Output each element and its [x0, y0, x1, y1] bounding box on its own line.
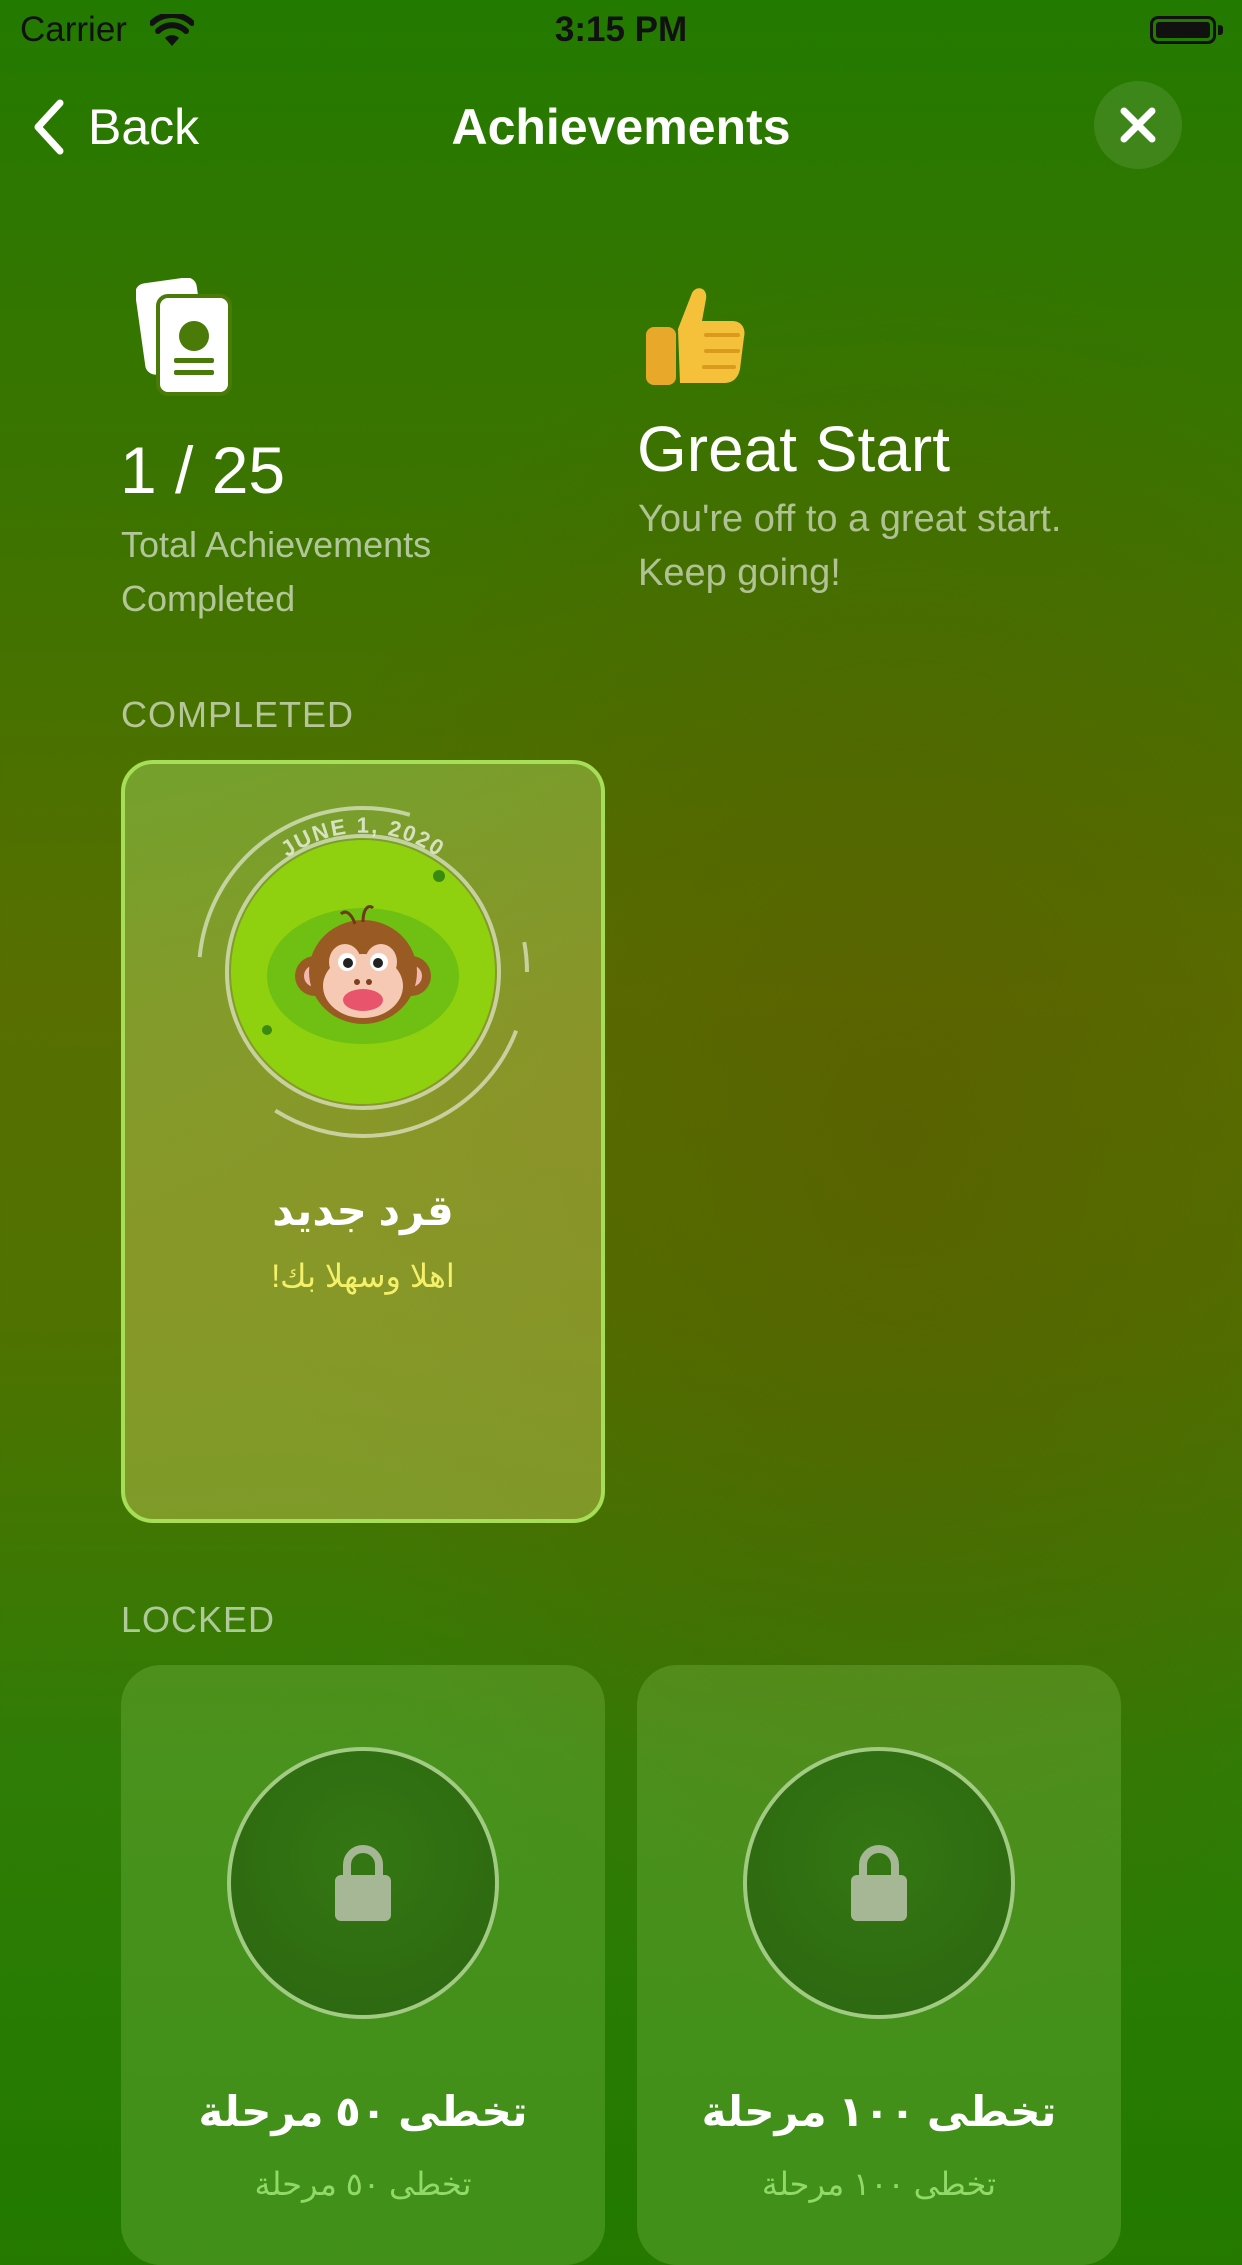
thumbs-up-icon — [646, 288, 745, 385]
locked-achievement-card[interactable]: تخطى ١٠٠ مرحلة تخطى ١٠٠ مرحلة — [637, 1665, 1121, 2265]
locked-section-label: LOCKED — [121, 1599, 276, 1640]
locked-badge — [743, 1747, 1015, 2019]
completed-card-title: قرد جديد — [272, 1187, 454, 1234]
highlight-title: Great Start — [637, 413, 950, 485]
close-button[interactable] — [1094, 81, 1182, 169]
achievement-count-label: Total Achievements Completed — [121, 524, 432, 619]
completed-section-label: COMPLETED — [121, 694, 355, 735]
locked-badge — [227, 1747, 499, 2019]
lock-icon — [851, 1845, 907, 1921]
achievement-count: 1 / 25 — [120, 433, 286, 507]
highlight-description: You're off to a great start. Keep going! — [638, 498, 1062, 594]
page-title: Achievements — [451, 99, 791, 155]
lock-icon — [335, 1845, 391, 1921]
locked-card-title: تخطى ١٠٠ مرحلة — [701, 2088, 1057, 2135]
status-bar: Carrier 3:15 PM — [0, 0, 1242, 60]
locked-card-title: تخطى ٥٠ مرحلة — [198, 2088, 528, 2135]
clock: 3:15 PM — [554, 10, 688, 49]
battery-icon — [1150, 16, 1216, 44]
locked-card-subtitle: تخطى ١٠٠ مرحلة — [761, 2166, 997, 2202]
close-icon — [1120, 107, 1156, 143]
completed-achievement-card[interactable]: JUNE 1, 2020 قرد جديد اهلا وسهلا بك! — [121, 760, 605, 1523]
completed-card-subtitle: اهلا وسهلا بك! — [271, 1258, 455, 1294]
achievement-cards-icon — [136, 278, 232, 396]
locked-card-subtitle: تخطى ٥٠ مرحلة — [254, 2166, 472, 2202]
locked-achievement-card[interactable]: تخطى ٥٠ مرحلة تخطى ٥٠ مرحلة — [121, 1665, 605, 2265]
achievement-badge: JUNE 1, 2020 — [197, 806, 529, 1138]
battery-tip — [1218, 25, 1223, 35]
